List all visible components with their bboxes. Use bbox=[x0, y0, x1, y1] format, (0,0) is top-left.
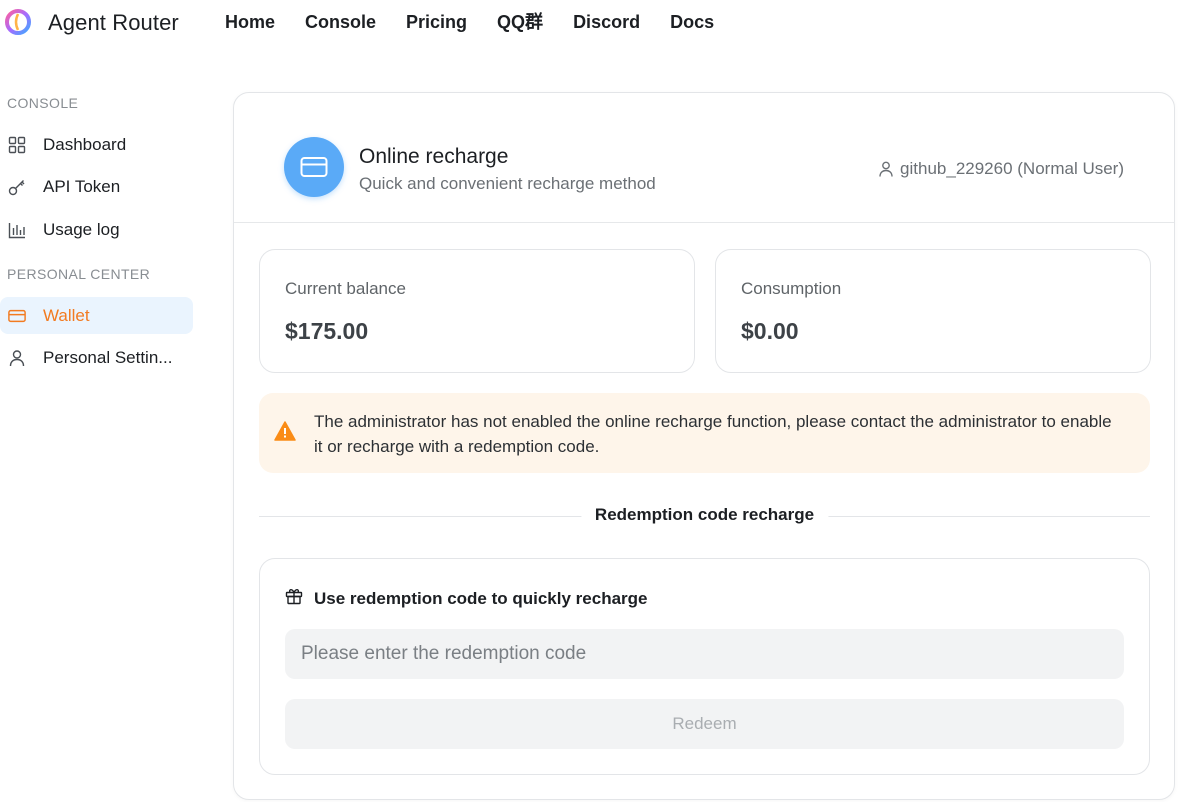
sidebar-section-console: CONSOLE bbox=[7, 95, 79, 111]
redemption-code-input[interactable] bbox=[285, 629, 1124, 679]
nav-qq-group[interactable]: QQ群 bbox=[497, 12, 543, 32]
sidebar-item-personal-settings[interactable]: Personal Settin... bbox=[0, 339, 193, 376]
sidebar-item-wallet[interactable]: Wallet bbox=[0, 297, 193, 334]
sidebar-item-dashboard[interactable]: Dashboard bbox=[0, 126, 193, 163]
nav-docs[interactable]: Docs bbox=[670, 12, 714, 32]
warning-banner: The administrator has not enabled the on… bbox=[259, 393, 1150, 473]
divider-label: Redemption code recharge bbox=[580, 505, 829, 525]
bar-chart-icon bbox=[8, 221, 26, 239]
page-subtitle: Quick and convenient recharge method bbox=[359, 174, 656, 193]
consumption-card: Consumption $0.00 bbox=[715, 249, 1151, 373]
consumption-label: Consumption bbox=[741, 279, 842, 298]
recharge-card: Online recharge Quick and convenient rec… bbox=[233, 92, 1175, 800]
consumption-value: $0.00 bbox=[741, 318, 799, 344]
card-header: Online recharge Quick and convenient rec… bbox=[234, 93, 1174, 223]
sidebar-item-api-token[interactable]: API Token bbox=[0, 168, 193, 205]
sidebar-item-label: Wallet bbox=[43, 305, 90, 325]
wallet-icon bbox=[8, 307, 26, 325]
warning-text: The administrator has not enabled the on… bbox=[314, 412, 1112, 456]
warning-icon bbox=[274, 421, 296, 446]
balance-card: Current balance $175.00 bbox=[259, 249, 695, 373]
brand-name[interactable]: Agent Router bbox=[48, 10, 179, 36]
logo-icon[interactable] bbox=[5, 9, 31, 35]
top-navigation: Agent Router Home Console Pricing QQ群 Di… bbox=[0, 0, 1179, 46]
user-name: github_229260 (Normal User) bbox=[900, 159, 1124, 178]
sidebar-item-label: Personal Settin... bbox=[43, 347, 173, 367]
sidebar-section-personal-center: PERSONAL CENTER bbox=[7, 266, 151, 282]
gift-icon bbox=[285, 587, 303, 610]
balance-value: $175.00 bbox=[285, 318, 369, 344]
redeem-button[interactable]: Redeem bbox=[285, 699, 1124, 749]
redemption-panel: Use redemption code to quickly recharge … bbox=[259, 558, 1150, 775]
redemption-heading: Use redemption code to quickly recharge bbox=[285, 587, 647, 610]
main-nav: Home Console Pricing QQ群 Discord Docs bbox=[225, 12, 744, 32]
section-divider: Redemption code recharge bbox=[259, 505, 1150, 529]
balance-label: Current balance bbox=[285, 279, 406, 298]
credit-card-icon bbox=[300, 157, 328, 177]
nav-discord[interactable]: Discord bbox=[573, 12, 640, 32]
nav-home[interactable]: Home bbox=[225, 12, 275, 32]
sidebar-item-label: Usage log bbox=[43, 219, 120, 239]
nav-console[interactable]: Console bbox=[305, 12, 376, 32]
user-info: github_229260 (Normal User) bbox=[879, 159, 1124, 179]
sidebar-item-label: API Token bbox=[43, 176, 121, 196]
sidebar-item-label: Dashboard bbox=[43, 134, 127, 154]
credit-card-badge bbox=[284, 137, 344, 197]
user-icon bbox=[879, 161, 893, 177]
user-icon bbox=[8, 349, 26, 367]
redemption-heading-label: Use redemption code to quickly recharge bbox=[314, 588, 648, 608]
grid-icon bbox=[8, 136, 26, 154]
key-icon bbox=[8, 178, 26, 196]
page-title: Online recharge bbox=[359, 145, 509, 168]
nav-pricing[interactable]: Pricing bbox=[406, 12, 467, 32]
sidebar-item-usage-log[interactable]: Usage log bbox=[0, 211, 193, 248]
